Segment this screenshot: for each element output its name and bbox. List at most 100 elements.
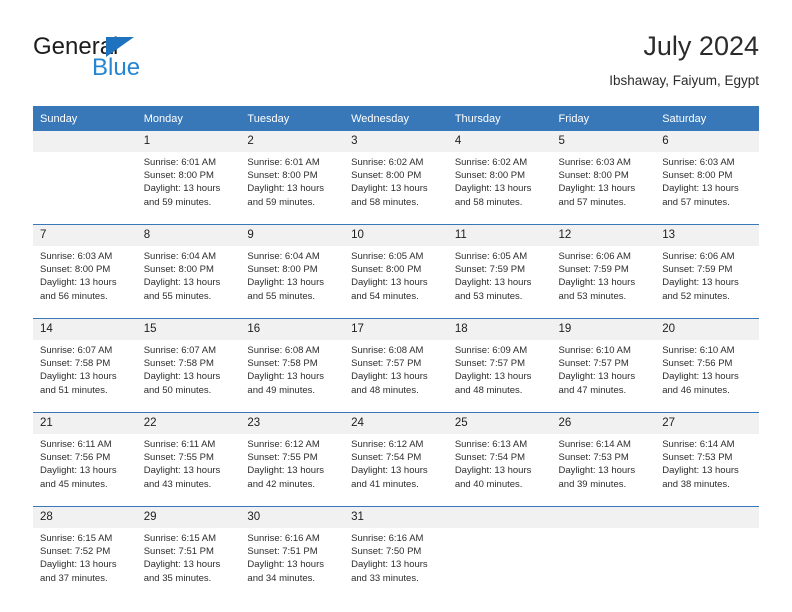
day-number-cell[interactable]: 11 xyxy=(447,224,552,246)
daylight-text-line2: and 50 minutes. xyxy=(143,384,212,396)
day-detail-cell-empty xyxy=(33,152,137,220)
day-number-cell[interactable]: 29 xyxy=(136,506,241,528)
sunrise-text: Sunrise: 6:13 AM xyxy=(454,439,528,450)
sunrise-text: Sunrise: 6:07 AM xyxy=(40,345,113,356)
daylight-text-line2: and 37 minutes. xyxy=(40,572,108,584)
daylight-text-line1: Daylight: 13 hours xyxy=(247,183,324,195)
day-number-cell[interactable]: 3 xyxy=(344,131,448,152)
daylight-text-line1: Daylight: 13 hours xyxy=(454,277,532,289)
week-detail-row: Sunrise: 6:11 AM Sunset: 7:56 PM Daylight:… xyxy=(33,434,759,502)
week-daynumber-row: 123456 xyxy=(33,131,759,152)
day-number-cell[interactable]: 6 xyxy=(655,131,759,152)
daylight-text-line1: Daylight: 13 hours xyxy=(247,371,324,383)
day-detail-cell: Sunrise: 6:13 AM Sunset: 7:54 PM Daylight:… xyxy=(448,434,552,502)
sunset-text: Sunset: 7:58 PM xyxy=(143,358,214,370)
week-daynumber-row: 7 8 9 10 11 12 13 xyxy=(33,224,759,246)
day-number-cell[interactable]: 30 xyxy=(240,506,345,528)
daylight-text-line1: Daylight: 13 hours xyxy=(351,183,428,195)
day-number-cell[interactable]: 15 xyxy=(136,318,241,340)
day-number-cell[interactable]: 10 xyxy=(344,224,448,246)
day-number-cell[interactable]: 19 xyxy=(551,318,656,340)
day-detail-cell: Sunrise: 6:05 AM Sunset: 7:59 PM Daylight:… xyxy=(448,246,552,314)
day-number-cell[interactable]: 4 xyxy=(447,131,552,152)
sunrise-text: Sunrise: 6:07 AM xyxy=(143,345,217,356)
sunrise-text: Sunrise: 6:15 AM xyxy=(143,533,217,544)
sunrise-text: Sunrise: 6:05 AM xyxy=(351,251,424,262)
day-number-cell[interactable]: 16 xyxy=(240,318,345,340)
day-number-cell[interactable]: 7 xyxy=(33,224,137,246)
sunrise-text: Sunrise: 6:06 AM xyxy=(558,251,631,262)
day-number-cell[interactable]: 24 xyxy=(344,412,448,434)
sunset-text: Sunset: 7:53 PM xyxy=(558,452,629,464)
day-number-cell-empty xyxy=(551,506,656,528)
day-number-cell[interactable]: 9 xyxy=(240,224,345,246)
day-number-cell[interactable]: 2 xyxy=(240,131,345,152)
day-detail-cell: Sunrise: 6:15 AM Sunset: 7:52 PM Daylight:… xyxy=(33,528,137,596)
daylight-text-line2: and 55 minutes. xyxy=(143,290,212,302)
sunset-text: Sunset: 8:00 PM xyxy=(143,264,214,276)
sunset-text: Sunset: 8:00 PM xyxy=(662,170,733,182)
week-detail-row: Sunrise: 6:07 AM Sunset: 7:58 PM Daylight:… xyxy=(33,340,759,408)
day-detail-cell: Sunrise: 6:06 AM Sunset: 7:59 PM Daylight:… xyxy=(655,246,759,314)
sunset-text: Sunset: 8:00 PM xyxy=(351,170,422,182)
sunset-text: Sunset: 7:56 PM xyxy=(662,358,733,370)
day-number-cell[interactable]: 23 xyxy=(240,412,345,434)
day-detail-cell-empty xyxy=(552,528,656,596)
logo-text-blue: Blue xyxy=(92,54,141,81)
sunrise-text: Sunrise: 6:10 AM xyxy=(558,345,631,356)
day-number-cell[interactable]: 14 xyxy=(33,318,137,340)
day-number-cell[interactable]: 28 xyxy=(33,506,137,528)
page-header: General Blue July 2024 Ibshaway, Faiyum,… xyxy=(33,30,759,98)
day-detail-cell: Sunrise: 6:02 AM Sunset: 8:00 PM Daylight:… xyxy=(344,152,448,220)
daylight-text-line1: Daylight: 13 hours xyxy=(558,183,636,195)
page-title: July 2024 xyxy=(643,31,759,61)
daylight-text-line1: Daylight: 13 hours xyxy=(558,277,636,289)
daylight-text-line2: and 51 minutes. xyxy=(40,384,108,396)
sunset-text: Sunset: 7:57 PM xyxy=(351,358,422,370)
day-number-cell[interactable]: 1 xyxy=(136,131,241,152)
day-number-cell-empty xyxy=(33,131,137,152)
day-number-cell[interactable]: 21 xyxy=(33,412,137,434)
day-number-cell[interactable]: 26 xyxy=(551,412,656,434)
day-number-cell[interactable]: 20 xyxy=(655,318,759,340)
day-detail-cell: Sunrise: 6:01 AM Sunset: 8:00 PM Daylight:… xyxy=(137,152,241,220)
day-number-cell[interactable]: 5 xyxy=(551,131,656,152)
day-number-cell[interactable]: 13 xyxy=(655,224,759,246)
daylight-text-line1: Daylight: 13 hours xyxy=(40,465,117,477)
day-detail-cell: Sunrise: 6:06 AM Sunset: 7:59 PM Daylight:… xyxy=(552,246,656,314)
day-detail-cell: Sunrise: 6:11 AM Sunset: 7:56 PM Daylight:… xyxy=(33,434,137,502)
day-number-cell[interactable]: 22 xyxy=(136,412,241,434)
day-number-cell[interactable]: 12 xyxy=(551,224,656,246)
sunrise-text: Sunrise: 6:09 AM xyxy=(454,345,528,356)
sunrise-text: Sunrise: 6:08 AM xyxy=(351,345,424,356)
daylight-text-line2: and 55 minutes. xyxy=(247,290,316,302)
sunrise-sunset-calendar-table: Sunday Monday Tuesday Wednesday Thursday… xyxy=(33,106,759,596)
sunset-text: Sunset: 7:56 PM xyxy=(40,452,111,464)
sunset-text: Sunset: 7:54 PM xyxy=(454,452,526,464)
daylight-text-line2: and 38 minutes. xyxy=(662,478,730,490)
day-number-cell[interactable]: 31 xyxy=(344,506,448,528)
day-number-cell[interactable]: 18 xyxy=(447,318,552,340)
day-number-cell[interactable]: 27 xyxy=(655,412,759,434)
daylight-text-line1: Daylight: 13 hours xyxy=(662,277,739,289)
daylight-text-line2: and 46 minutes. xyxy=(662,384,730,396)
day-number-cell[interactable]: 8 xyxy=(136,224,241,246)
daylight-text-line2: and 43 minutes. xyxy=(143,478,212,490)
sunrise-text: Sunrise: 6:15 AM xyxy=(40,533,113,544)
day-number-cell[interactable]: 17 xyxy=(344,318,448,340)
day-detail-cell-empty xyxy=(655,528,759,596)
daylight-text-line2: and 40 minutes. xyxy=(454,478,523,490)
sunrise-text: Sunrise: 6:14 AM xyxy=(662,439,735,450)
daylight-text-line2: and 33 minutes. xyxy=(351,572,419,584)
day-detail-cell: Sunrise: 6:11 AM Sunset: 7:55 PM Daylight:… xyxy=(137,434,241,502)
weekday-header-friday: Friday xyxy=(551,106,656,131)
day-detail-cell: Sunrise: 6:03 AM Sunset: 8:00 PM Daylight:… xyxy=(552,152,656,220)
day-detail-cell: Sunrise: 6:08 AM Sunset: 7:58 PM Daylight:… xyxy=(240,340,344,408)
day-number-cell[interactable]: 25 xyxy=(447,412,552,434)
weekday-header-tuesday: Tuesday xyxy=(240,106,345,131)
daylight-text-line1: Daylight: 13 hours xyxy=(143,559,221,571)
calendar-header-row-group: Sunday Monday Tuesday Wednesday Thursday… xyxy=(33,106,759,131)
day-detail-cell: Sunrise: 6:10 AM Sunset: 7:56 PM Daylight:… xyxy=(655,340,759,408)
weekday-header-thursday: Thursday xyxy=(447,106,552,131)
day-detail-cell: Sunrise: 6:16 AM Sunset: 7:50 PM Daylight:… xyxy=(344,528,448,596)
